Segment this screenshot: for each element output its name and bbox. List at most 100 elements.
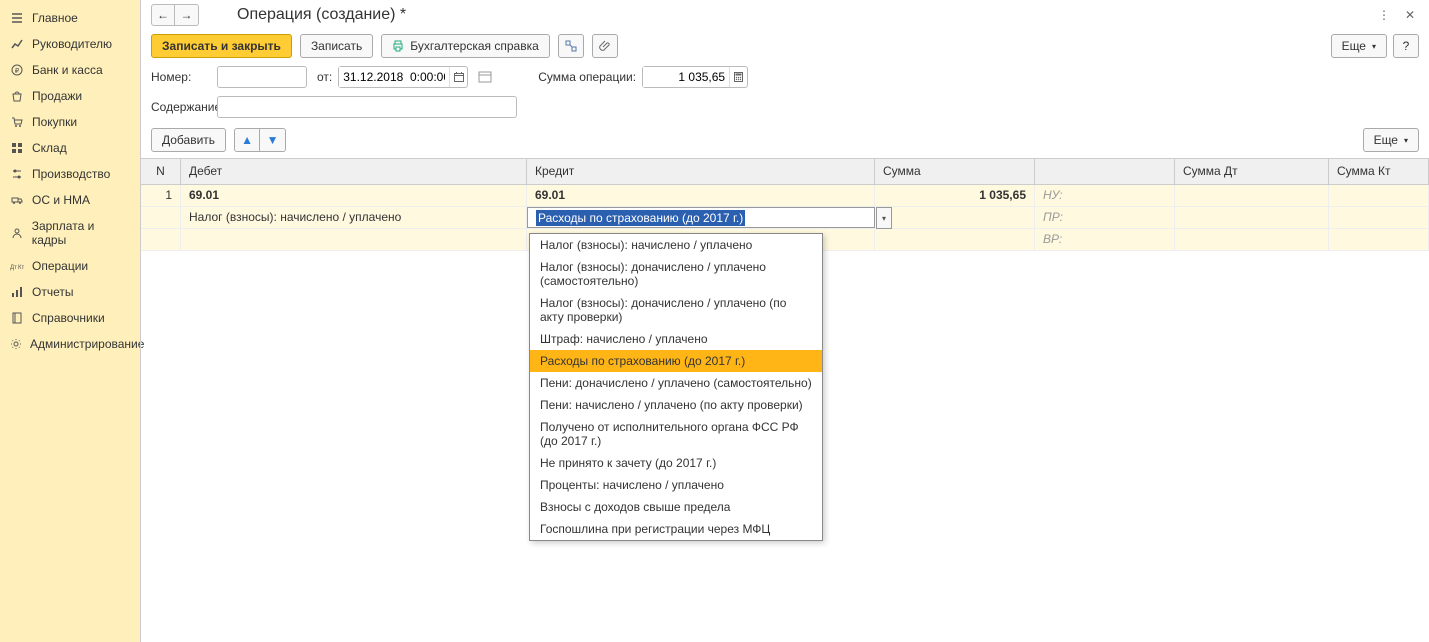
move-up-button[interactable]: ▲: [234, 128, 260, 152]
cell-sum[interactable]: 1 035,65: [875, 185, 1035, 206]
sidebar-item-label: Зарплата и кадры: [32, 219, 130, 247]
nav-back-button[interactable]: ←: [151, 4, 175, 26]
sidebar-item-7[interactable]: ОС и НМА: [0, 187, 140, 213]
dropdown-item[interactable]: Пени: доначислено / уплачено (самостояте…: [530, 372, 822, 394]
sum-input[interactable]: [643, 67, 729, 87]
sidebar-item-5[interactable]: Склад: [0, 135, 140, 161]
dropdown-item[interactable]: Получено от исполнительного органа ФСС Р…: [530, 416, 822, 452]
more-menu-icon[interactable]: ⋮: [1375, 6, 1393, 24]
trend-up-icon: [10, 37, 24, 51]
sidebar-item-2[interactable]: ₽Банк и касса: [0, 57, 140, 83]
dropdown-item[interactable]: Налог (взносы): доначислено / уплачено (…: [530, 256, 822, 292]
calculator-icon[interactable]: [729, 67, 747, 87]
dropdown-item[interactable]: Пени: начислено / уплачено (по акту пров…: [530, 394, 822, 416]
periodic-icon[interactable]: [478, 70, 492, 84]
cell-empty[interactable]: [181, 229, 527, 250]
sum-input-wrap: [642, 66, 748, 88]
cell-empty: [141, 207, 181, 228]
col-debit[interactable]: Дебет: [181, 159, 527, 184]
move-down-button[interactable]: ▼: [260, 128, 286, 152]
cell-empty[interactable]: [1175, 229, 1329, 250]
form-row-content: Содержание:: [141, 92, 1429, 122]
cell-credit-sub-active[interactable]: Расходы по страхованию (до 2017 г.) ▾: [527, 207, 875, 228]
cell-empty[interactable]: [1329, 229, 1429, 250]
help-button[interactable]: ?: [1393, 34, 1419, 58]
toolbar: Записать и закрыть Записать Бухгалтерска…: [141, 30, 1429, 62]
save-and-close-button[interactable]: Записать и закрыть: [151, 34, 292, 58]
col-credit[interactable]: Кредит: [527, 159, 875, 184]
cell-debit-account[interactable]: 69.01: [181, 185, 527, 206]
cell-empty[interactable]: [1329, 207, 1429, 228]
cell-sumkt[interactable]: [1329, 185, 1429, 206]
arrow-right-icon: →: [181, 8, 193, 22]
col-n[interactable]: N: [141, 159, 181, 184]
sidebar-item-label: Администрирование: [30, 337, 144, 351]
sliders-icon: [10, 167, 24, 181]
attach-button[interactable]: [592, 34, 618, 58]
svg-text:Кт: Кт: [18, 265, 24, 271]
dropdown-item[interactable]: Госпошлина при регистрации через МФЦ: [530, 518, 822, 540]
dropdown-toggle-button[interactable]: ▾: [876, 207, 892, 229]
cell-ind-vr: ВР:: [1035, 229, 1175, 250]
table-more-button[interactable]: Еще ▾: [1363, 128, 1419, 152]
sum-label: Сумма операции:: [538, 70, 636, 84]
credit-sub-selection: Расходы по страхованию (до 2017 г.): [536, 210, 745, 226]
link-icon: [565, 40, 577, 52]
from-label: от:: [317, 70, 332, 84]
page-title: Операция (создание) *: [237, 6, 406, 24]
dropdown-item[interactable]: Расходы по страхованию (до 2017 г.): [530, 350, 822, 372]
date-input[interactable]: [339, 67, 449, 87]
col-sum[interactable]: Сумма: [875, 159, 1035, 184]
sidebar-item-11[interactable]: Справочники: [0, 305, 140, 331]
sidebar-item-4[interactable]: Покупки: [0, 109, 140, 135]
sidebar-item-3[interactable]: Продажи: [0, 83, 140, 109]
cell-credit-account[interactable]: 69.01: [527, 185, 875, 206]
dropdown-item[interactable]: Проценты: начислено / уплачено: [530, 474, 822, 496]
content-input[interactable]: [217, 96, 517, 118]
save-button[interactable]: Записать: [300, 34, 373, 58]
table-more-label: Еще: [1374, 133, 1398, 147]
dropdown-item[interactable]: Налог (взносы): начислено / уплачено: [530, 234, 822, 256]
dropdown-item[interactable]: Не принято к зачету (до 2017 г.): [530, 452, 822, 474]
col-sumdt[interactable]: Сумма Дт: [1175, 159, 1329, 184]
chevron-down-icon: ▾: [882, 214, 886, 223]
sidebar-item-label: Продажи: [32, 89, 82, 103]
add-row-button[interactable]: Добавить: [151, 128, 226, 152]
close-icon[interactable]: ✕: [1401, 6, 1419, 24]
entries-table: N Дебет Кредит Сумма Сумма Дт Сумма Кт 1…: [141, 158, 1429, 642]
dropdown-item[interactable]: Штраф: начислено / уплачено: [530, 328, 822, 350]
calendar-icon[interactable]: [449, 67, 467, 87]
nav-forward-button[interactable]: →: [175, 4, 199, 26]
cell-empty[interactable]: [1175, 207, 1329, 228]
dropdown-item[interactable]: Взносы с доходов свыше предела: [530, 496, 822, 518]
arrow-left-icon: ←: [157, 8, 169, 22]
sidebar-item-9[interactable]: ДтКтОперации: [0, 253, 140, 279]
toggle-button-1[interactable]: [558, 34, 584, 58]
sidebar-item-12[interactable]: Администрирование: [0, 331, 140, 357]
sidebar-item-8[interactable]: Зарплата и кадры: [0, 213, 140, 253]
sidebar-item-0[interactable]: Главное: [0, 5, 140, 31]
more-button[interactable]: Еще▾: [1331, 34, 1387, 58]
sidebar-item-label: Склад: [32, 141, 67, 155]
cell-debit-sub[interactable]: Налог (взносы): начислено / уплачено: [181, 207, 527, 228]
dropdown-item[interactable]: Налог (взносы): доначислено / уплачено (…: [530, 292, 822, 328]
paperclip-icon: [599, 40, 611, 52]
chevron-down-icon: ▾: [1404, 136, 1408, 145]
number-input[interactable]: [217, 66, 307, 88]
sidebar-item-6[interactable]: Производство: [0, 161, 140, 187]
bag-icon: [10, 89, 24, 103]
sidebar-item-label: ОС и НМА: [32, 193, 90, 207]
table-row[interactable]: 1 69.01 69.01 1 035,65 НУ:: [141, 185, 1429, 207]
table-row[interactable]: Налог (взносы): начислено / уплачено Рас…: [141, 207, 1429, 229]
main-area: ← → Операция (создание) * ⋮ ✕ Записать и…: [140, 0, 1429, 642]
person-icon: [10, 226, 24, 240]
dtkt-icon: ДтКт: [10, 259, 24, 273]
sidebar-item-1[interactable]: Руководителю: [0, 31, 140, 57]
cell-sumdt[interactable]: [1175, 185, 1329, 206]
svg-text:₽: ₽: [15, 67, 20, 75]
printer-icon: [392, 40, 404, 52]
sidebar-item-label: Руководителю: [32, 37, 112, 51]
col-sumkt[interactable]: Сумма Кт: [1329, 159, 1429, 184]
accounting-report-button[interactable]: Бухгалтерская справка: [381, 34, 550, 58]
sidebar-item-10[interactable]: Отчеты: [0, 279, 140, 305]
